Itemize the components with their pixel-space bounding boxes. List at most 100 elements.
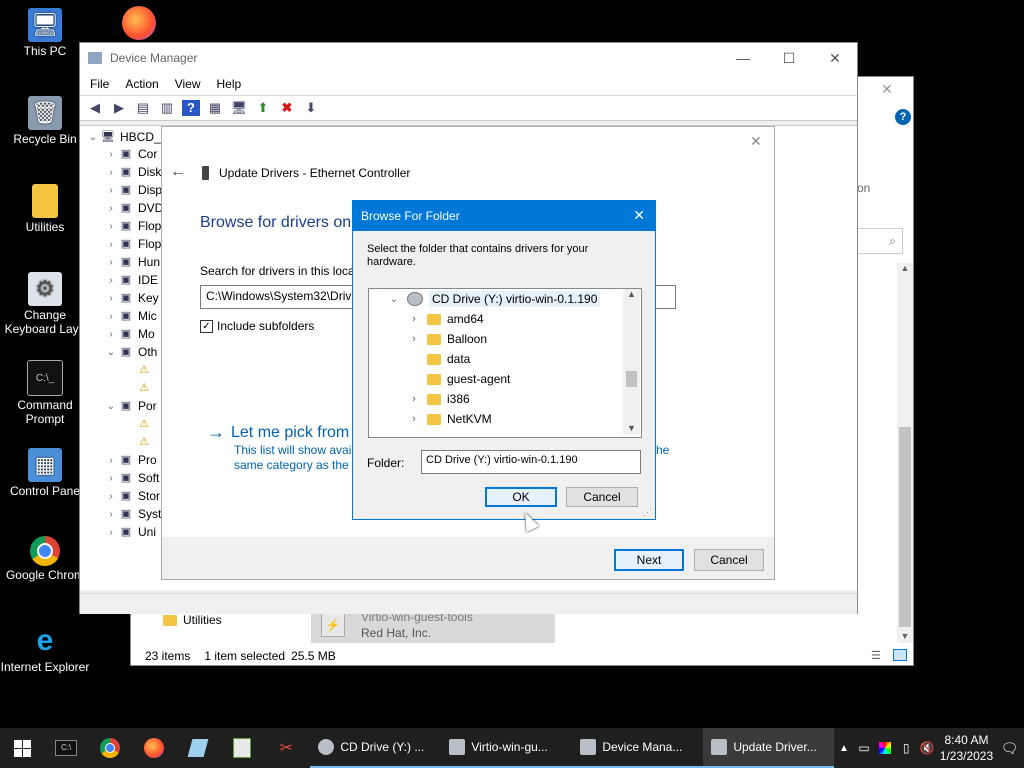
- desktop-icon-recycle-bin[interactable]: 🗑 Recycle Bin: [0, 96, 90, 146]
- chevron-down-icon[interactable]: ⌄: [387, 294, 401, 305]
- desktop-icon-control-panel[interactable]: ▦ Control Pane: [0, 448, 90, 498]
- properties-icon[interactable]: ▤: [134, 100, 152, 116]
- browse-titlebar[interactable]: Browse For Folder ✕: [353, 201, 655, 231]
- scroll-up-icon[interactable]: ▲: [623, 289, 640, 299]
- taskbar-chrome-icon[interactable]: [88, 728, 132, 768]
- close-button[interactable]: ✕: [633, 207, 645, 224]
- uninstall-icon[interactable]: ✖: [278, 100, 296, 116]
- chevron-right-icon[interactable]: ›: [104, 527, 118, 538]
- device-tree-root[interactable]: ⌄ 🖥 HBCD_: [86, 129, 161, 145]
- scroll-thumb[interactable]: [899, 427, 911, 627]
- cancel-button[interactable]: Cancel: [566, 487, 638, 507]
- folder-item[interactable]: › amd64: [405, 309, 510, 329]
- scrollbar[interactable]: ▲ ▼: [897, 263, 913, 643]
- cancel-button[interactable]: Cancel: [694, 549, 764, 571]
- desktop-icon-ie[interactable]: e Internet Explorer: [0, 624, 90, 674]
- taskbar-app-3[interactable]: Update Driver...: [703, 728, 835, 768]
- taskbar-notepad-icon[interactable]: [176, 728, 220, 768]
- chevron-right-icon[interactable]: ›: [104, 491, 118, 502]
- chevron-right-icon[interactable]: ›: [104, 167, 118, 178]
- chevron-right-icon[interactable]: ›: [405, 333, 423, 345]
- folder-item[interactable]: data: [405, 349, 510, 369]
- chevron-right-icon[interactable]: ›: [104, 509, 118, 520]
- details-view-icon[interactable]: ☰: [871, 649, 881, 662]
- tray-usb-icon[interactable]: ▯: [896, 728, 917, 768]
- close-button[interactable]: ✕: [750, 133, 762, 150]
- tiles-view-icon[interactable]: [893, 649, 907, 661]
- chevron-right-icon[interactable]: ›: [104, 293, 118, 304]
- pick-driver-link[interactable]: → Let me pick from: [207, 422, 349, 443]
- desktop-icon-this-pc[interactable]: 🖥 This PC: [0, 8, 90, 58]
- update-driver-icon[interactable]: ⬆: [254, 100, 272, 116]
- back-icon[interactable]: ◀: [86, 100, 104, 116]
- chevron-right-icon[interactable]: ›: [104, 455, 118, 466]
- scroll-down-icon[interactable]: ▼: [897, 631, 913, 641]
- close-icon[interactable]: ✕: [881, 81, 893, 98]
- desktop-icon-cmd[interactable]: C:\_ Command Prompt: [0, 360, 90, 426]
- scroll-thumb[interactable]: [626, 371, 637, 387]
- chevron-right-icon[interactable]: ›: [104, 329, 118, 340]
- scan-hardware-icon[interactable]: 🖥: [230, 100, 248, 116]
- chevron-right-icon[interactable]: ›: [104, 149, 118, 160]
- folder-item[interactable]: guest-agent: [405, 369, 510, 389]
- chevron-right-icon[interactable]: ›: [405, 393, 423, 405]
- download-icon[interactable]: ⬇: [302, 100, 320, 116]
- chevron-down-icon[interactable]: ⌄: [104, 347, 118, 358]
- help-icon[interactable]: ?: [895, 109, 911, 125]
- browse-for-folder-dialog[interactable]: Browse For Folder ✕ Select the folder th…: [352, 200, 656, 520]
- folder-item[interactable]: › i386: [405, 389, 510, 409]
- scroll-down-icon[interactable]: ▼: [623, 423, 640, 433]
- taskbar-firefox-icon[interactable]: [132, 728, 176, 768]
- clock[interactable]: 8:40 AM 1/23/2023: [938, 732, 995, 764]
- tray-color-icon[interactable]: [875, 728, 896, 768]
- list-icon[interactable]: ▥: [158, 100, 176, 116]
- taskbar-cmd-icon[interactable]: C:\: [44, 728, 88, 768]
- folder-tree-root[interactable]: ⌄ CD Drive (Y:) virtio-win-0.1.190: [387, 290, 601, 308]
- folder-item[interactable]: › NetKVM: [405, 409, 510, 429]
- tray-volume-muted-icon[interactable]: 🔇: [917, 728, 938, 768]
- chevron-right-icon[interactable]: ›: [104, 185, 118, 196]
- resize-grip-icon[interactable]: ⋰: [643, 507, 652, 518]
- minimize-button[interactable]: —: [720, 43, 766, 73]
- include-subfolders-checkbox[interactable]: ✓ Include subfolders: [200, 319, 314, 333]
- chevron-down-icon[interactable]: ⌄: [104, 401, 118, 412]
- taskbar-tool-icon[interactable]: ✂: [264, 728, 308, 768]
- maximize-button[interactable]: ☐: [766, 43, 812, 73]
- folder-tree[interactable]: ⌄ CD Drive (Y:) virtio-win-0.1.190 › amd6…: [368, 288, 642, 438]
- tray-display-icon[interactable]: ▭: [853, 728, 874, 768]
- menu-help[interactable]: Help: [217, 77, 242, 91]
- chevron-right-icon[interactable]: ›: [104, 473, 118, 484]
- view-icon[interactable]: ▦: [206, 100, 224, 116]
- taskbar-app-0[interactable]: CD Drive (Y:) ...: [310, 728, 442, 768]
- notification-chevron-icon[interactable]: ▲: [834, 728, 853, 768]
- chevron-right-icon[interactable]: ›: [104, 275, 118, 286]
- chevron-right-icon[interactable]: ›: [104, 311, 118, 322]
- scroll-up-icon[interactable]: ▲: [897, 263, 913, 273]
- back-arrow-icon[interactable]: ←: [170, 163, 186, 181]
- chevron-right-icon[interactable]: ›: [405, 313, 423, 325]
- chevron-down-icon[interactable]: ⌄: [86, 132, 100, 143]
- menu-file[interactable]: File: [90, 77, 109, 91]
- chevron-right-icon[interactable]: ›: [405, 413, 423, 425]
- taskbar-app-1[interactable]: Virtio-win-gu...: [441, 728, 573, 768]
- folder-item[interactable]: › Balloon: [405, 329, 510, 349]
- desktop-icon-chrome[interactable]: Google Chrom: [0, 536, 90, 582]
- start-button[interactable]: [0, 728, 44, 768]
- chevron-right-icon[interactable]: ›: [104, 239, 118, 250]
- chevron-right-icon[interactable]: ›: [104, 221, 118, 232]
- firefox-desktop-icon[interactable]: [122, 6, 156, 40]
- menu-view[interactable]: View: [175, 77, 201, 91]
- forward-icon[interactable]: ▶: [110, 100, 128, 116]
- action-center-icon[interactable]: 🗨: [995, 728, 1024, 768]
- next-button[interactable]: Next: [614, 549, 684, 571]
- desktop-icon-keyboard[interactable]: ⚙ Change Keyboard Layo: [0, 272, 90, 336]
- taskbar-app-2[interactable]: Device Mana...: [572, 728, 704, 768]
- close-button[interactable]: ✕: [812, 43, 858, 73]
- help-icon[interactable]: ?: [182, 100, 200, 116]
- ok-button[interactable]: OK: [485, 487, 557, 507]
- folder-field[interactable]: CD Drive (Y:) virtio-win-0.1.190: [421, 450, 641, 474]
- folder-tree-scrollbar[interactable]: ▲ ▼: [623, 289, 640, 435]
- search-box[interactable]: ⌕: [853, 228, 903, 254]
- chevron-right-icon[interactable]: ›: [104, 257, 118, 268]
- menu-action[interactable]: Action: [125, 77, 158, 91]
